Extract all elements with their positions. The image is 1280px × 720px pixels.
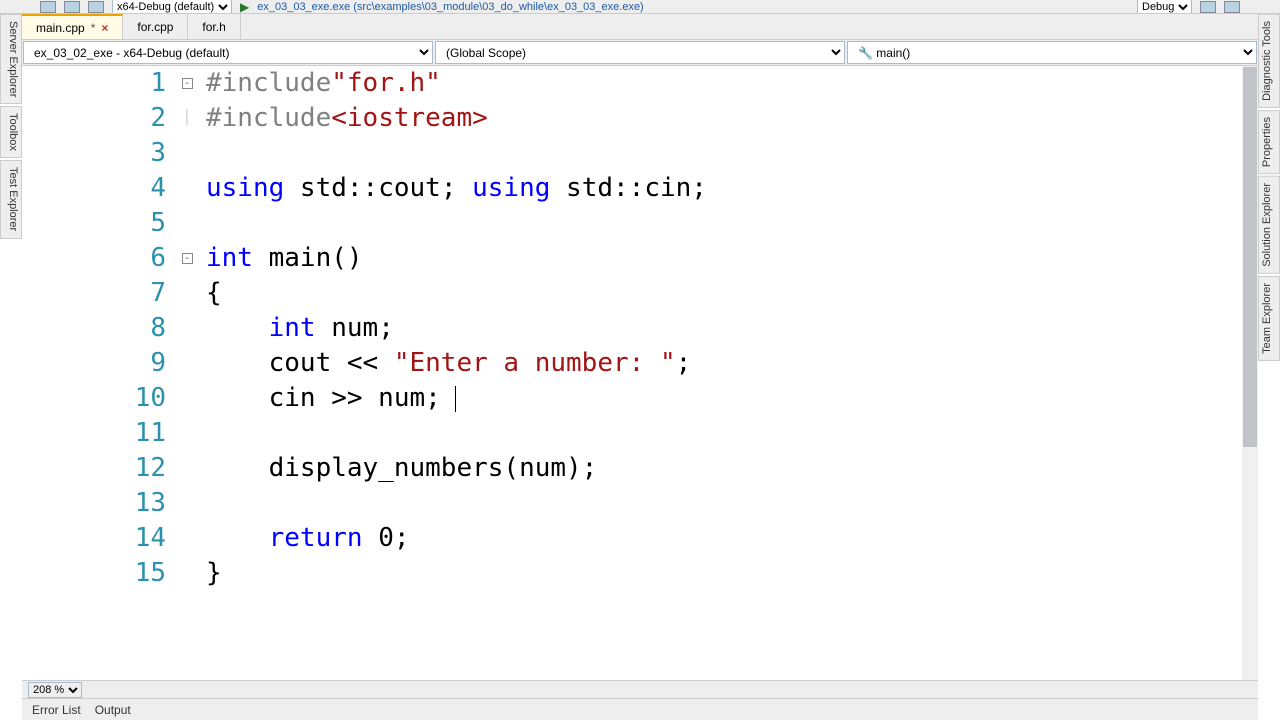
tab-for-cpp[interactable]: for.cpp — [123, 14, 188, 39]
file-tabs: main.cpp * × for.cpp for.h — [22, 14, 1258, 40]
tab-for-h[interactable]: for.h — [188, 14, 240, 39]
side-tab-diagnostic[interactable]: Diagnostic Tools — [1258, 14, 1280, 108]
tab-label: for.cpp — [137, 20, 173, 34]
zoom-row: 208 % — [22, 680, 1258, 698]
project-scope[interactable]: ex_03_02_exe - x64-Debug (default) — [23, 41, 433, 64]
toolbar-icon[interactable] — [40, 1, 56, 13]
scopes-row: ex_03_02_exe - x64-Debug (default) (Glob… — [22, 40, 1258, 66]
close-icon[interactable]: × — [101, 21, 108, 35]
tab-output[interactable]: Output — [95, 703, 131, 717]
top-toolbar: x64-Debug (default) ▶ ex_03_03_exe.exe (… — [0, 0, 1280, 14]
target-path[interactable]: ex_03_03_exe.exe (src\examples\03_module… — [257, 1, 1129, 13]
bottom-tabs: Error List Output — [22, 698, 1258, 720]
tab-main-cpp[interactable]: main.cpp * × — [22, 14, 123, 39]
side-tab-team-explorer[interactable]: Team Explorer — [1258, 276, 1280, 361]
side-tab-properties[interactable]: Properties — [1258, 110, 1280, 174]
side-tab-server-explorer[interactable]: Server Explorer — [0, 14, 22, 104]
zoom-select[interactable]: 208 % — [28, 682, 82, 698]
toolbar-icon[interactable] — [64, 1, 80, 13]
line-gutter: 123456789101112131415 — [22, 66, 178, 680]
right-sidebar: Diagnostic Tools Properties Solution Exp… — [1258, 14, 1280, 720]
toolbar-icon[interactable] — [1200, 1, 1216, 13]
scrollbar[interactable] — [1242, 66, 1258, 680]
code-area[interactable]: 123456789101112131415 -│- #include"for.h… — [22, 66, 1258, 680]
side-tab-solution-explorer[interactable]: Solution Explorer — [1258, 176, 1280, 274]
side-tab-test-explorer[interactable]: Test Explorer — [0, 160, 22, 238]
mode-select[interactable]: Debug — [1137, 0, 1192, 14]
side-tab-toolbox[interactable]: Toolbox — [0, 106, 22, 158]
toolbar-icon[interactable] — [1224, 1, 1240, 13]
editor: main.cpp * × for.cpp for.h ex_03_02_exe … — [22, 14, 1258, 720]
tab-label: main.cpp — [36, 21, 85, 35]
global-scope[interactable]: (Global Scope) — [435, 41, 845, 64]
code-text[interactable]: #include"for.h"#include<iostream>using s… — [196, 66, 1258, 680]
config-select[interactable]: x64-Debug (default) — [112, 0, 232, 14]
tab-error-list[interactable]: Error List — [32, 703, 81, 717]
member-scope[interactable]: 🔧 main() — [847, 41, 1257, 64]
fold-column[interactable]: -│- — [178, 66, 196, 680]
dirty-icon: * — [91, 21, 96, 35]
left-sidebar: Server Explorer Toolbox Test Explorer — [0, 14, 22, 720]
tab-label: for.h — [202, 20, 225, 34]
toolbar-icon[interactable] — [88, 1, 104, 13]
